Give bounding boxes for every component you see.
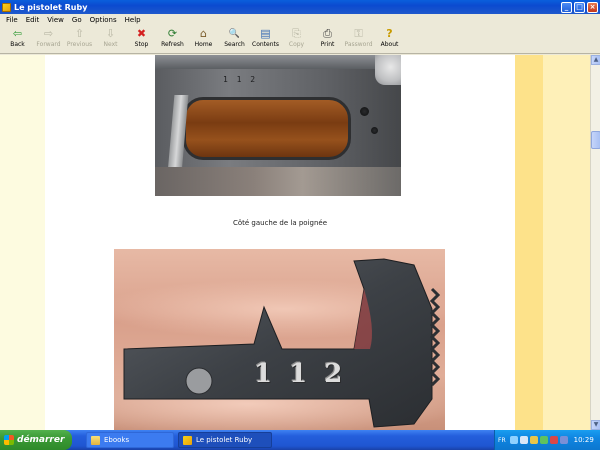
back-label: Back bbox=[10, 41, 25, 48]
photo1-wood-grip bbox=[183, 97, 351, 160]
messenger-icon[interactable] bbox=[539, 436, 548, 444]
back-arrow-icon: ⇦ bbox=[12, 27, 23, 40]
taskbar: démarrer Ebooks Le pistolet Ruby FR 10:2… bbox=[0, 430, 600, 450]
refresh-icon: ⟳ bbox=[167, 27, 178, 40]
taskbar-item-ruby[interactable]: Le pistolet Ruby bbox=[178, 432, 272, 448]
system-tray: FR 10:29 bbox=[494, 430, 600, 450]
start-button[interactable]: démarrer bbox=[0, 430, 72, 450]
up-arrow-icon: ⇧ bbox=[74, 27, 85, 40]
password-label: Password bbox=[344, 41, 373, 48]
part-pin bbox=[185, 367, 213, 395]
next-label: Next bbox=[103, 41, 118, 48]
search-button[interactable]: 🔍 Search bbox=[219, 26, 250, 52]
photo1-screw bbox=[360, 107, 369, 116]
refresh-button[interactable]: ⟳ Refresh bbox=[157, 26, 188, 52]
contents-button[interactable]: ▤ Contents bbox=[250, 26, 281, 52]
scroll-thumb[interactable] bbox=[591, 131, 600, 149]
print-button[interactable]: ⎙ Print bbox=[312, 26, 343, 52]
previous-button[interactable]: ⇧ Previous bbox=[64, 26, 95, 52]
network-icon[interactable] bbox=[509, 436, 518, 444]
window-titlebar: Le pistolet Ruby _ □ × bbox=[0, 0, 600, 14]
password-button[interactable]: ⚿ Password bbox=[343, 26, 374, 52]
menu-edit[interactable]: Edit bbox=[22, 16, 44, 24]
about-button[interactable]: ? About bbox=[374, 26, 405, 52]
photo2-metal-part bbox=[114, 249, 445, 430]
maximize-button[interactable]: □ bbox=[574, 1, 585, 13]
copy-icon: ⎘ bbox=[292, 27, 301, 40]
down-arrow-icon: ⇩ bbox=[105, 27, 116, 40]
taskbar-item-ebooks[interactable]: Ebooks bbox=[86, 432, 174, 448]
part-teeth bbox=[429, 287, 441, 387]
print-icon: ⎙ bbox=[323, 27, 332, 40]
left-margin bbox=[0, 55, 45, 430]
stop-icon: ✖ bbox=[136, 27, 147, 40]
ruby-app-icon bbox=[183, 435, 192, 445]
right-column-yellow bbox=[515, 55, 543, 430]
photo1-slide bbox=[155, 55, 401, 69]
security-icon[interactable] bbox=[529, 436, 538, 444]
scroll-down-button[interactable]: ▼ bbox=[591, 420, 600, 430]
sear-part-photo: 1 1 2 bbox=[114, 249, 445, 430]
vertical-scrollbar[interactable]: ▲ ▼ bbox=[590, 55, 600, 430]
home-label: Home bbox=[194, 41, 213, 48]
page-body: 1 1 2 Côté gauche de la poignée 1 1 2 bbox=[45, 55, 515, 430]
language-indicator[interactable]: FR bbox=[498, 437, 506, 444]
contents-label: Contents bbox=[252, 41, 279, 48]
search-label: Search bbox=[224, 41, 245, 48]
close-button[interactable]: × bbox=[587, 1, 598, 13]
back-button[interactable]: ⇦ Back bbox=[2, 26, 33, 52]
clock: 10:29 bbox=[573, 436, 594, 444]
home-icon: ⌂ bbox=[200, 27, 207, 40]
folder-icon bbox=[91, 435, 100, 445]
toolbar: ⇦ Back ⇨ Forward ⇧ Previous ⇩ Next ✖ Sto… bbox=[0, 26, 600, 54]
volume-icon[interactable] bbox=[519, 436, 528, 444]
forward-label: Forward bbox=[36, 41, 61, 48]
photo1-bottom bbox=[155, 167, 401, 196]
pistol-grip-photo: 1 1 2 bbox=[155, 55, 401, 196]
about-icon: ? bbox=[386, 27, 393, 40]
refresh-label: Refresh bbox=[161, 41, 184, 48]
antivirus-icon[interactable] bbox=[559, 436, 568, 444]
scroll-up-button[interactable]: ▲ bbox=[591, 55, 600, 65]
copy-button[interactable]: ⎘ Copy bbox=[281, 26, 312, 52]
forward-button[interactable]: ⇨ Forward bbox=[33, 26, 64, 52]
windows-logo-icon bbox=[4, 435, 14, 445]
previous-label: Previous bbox=[66, 41, 93, 48]
photo-caption: Côté gauche de la poignée bbox=[232, 219, 328, 227]
stop-label: Stop bbox=[134, 41, 149, 48]
menu-options[interactable]: Options bbox=[86, 16, 121, 24]
search-icon: 🔍 bbox=[228, 29, 241, 39]
about-label: About bbox=[380, 41, 399, 48]
mail-icon[interactable] bbox=[549, 436, 558, 444]
start-label: démarrer bbox=[17, 435, 65, 445]
next-button[interactable]: ⇩ Next bbox=[95, 26, 126, 52]
contents-icon: ▤ bbox=[260, 27, 271, 40]
menu-help[interactable]: Help bbox=[121, 16, 145, 24]
photo2-serial-stamp: 1 1 2 bbox=[254, 359, 347, 389]
taskbar-item-label: Le pistolet Ruby bbox=[196, 436, 253, 444]
window-title: Le pistolet Ruby bbox=[14, 2, 88, 12]
menu-view[interactable]: View bbox=[43, 16, 68, 24]
menu-bar: File Edit View Go Options Help bbox=[0, 14, 600, 26]
photo1-corner bbox=[375, 55, 401, 85]
copy-label: Copy bbox=[288, 41, 305, 48]
menu-go[interactable]: Go bbox=[68, 16, 86, 24]
stop-button[interactable]: ✖ Stop bbox=[126, 26, 157, 52]
print-label: Print bbox=[320, 41, 335, 48]
part-body bbox=[123, 258, 433, 428]
taskbar-item-label: Ebooks bbox=[104, 436, 130, 444]
menu-file[interactable]: File bbox=[2, 16, 22, 24]
metal-part-drawing bbox=[123, 258, 441, 428]
ruby-app-icon bbox=[2, 2, 11, 12]
photo1-screw bbox=[371, 127, 378, 134]
photo1-serial: 1 1 2 bbox=[223, 75, 258, 84]
forward-arrow-icon: ⇨ bbox=[43, 27, 54, 40]
right-column-cream bbox=[543, 55, 590, 430]
password-icon: ⚿ bbox=[354, 27, 363, 40]
home-button[interactable]: ⌂ Home bbox=[188, 26, 219, 52]
content-area: 1 1 2 Côté gauche de la poignée 1 1 2 bbox=[0, 55, 590, 430]
minimize-button[interactable]: _ bbox=[561, 1, 572, 13]
